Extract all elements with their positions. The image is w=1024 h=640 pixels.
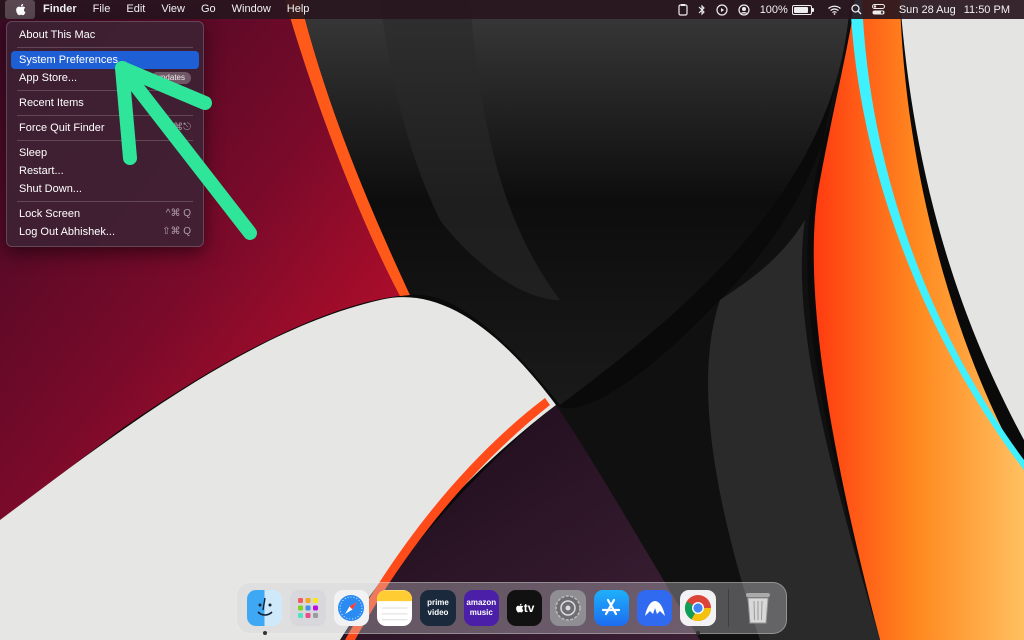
notes-icon bbox=[376, 590, 413, 621]
menu-window[interactable]: Window bbox=[224, 0, 279, 19]
apple-logo-icon bbox=[15, 3, 25, 16]
recent-items-item[interactable]: Recent Items bbox=[11, 94, 199, 112]
dock-launchpad[interactable] bbox=[290, 590, 326, 626]
dock: prime video amazon music tv bbox=[236, 582, 787, 635]
menu-go[interactable]: Go bbox=[193, 0, 224, 19]
system-preferences-item[interactable]: System Preferences... bbox=[11, 51, 199, 69]
force-quit-shortcut: ⌥⌘⎋ bbox=[161, 122, 191, 133]
apple-menu-button[interactable] bbox=[5, 0, 35, 19]
finder-icon bbox=[257, 597, 273, 616]
menu-separator bbox=[17, 90, 193, 91]
dock-trash[interactable] bbox=[741, 590, 776, 626]
dock-safari[interactable] bbox=[333, 590, 369, 626]
dock-prime-video[interactable]: prime video bbox=[420, 590, 456, 626]
app-store-item[interactable]: App Store... updates bbox=[11, 69, 199, 87]
sleep-item[interactable]: Sleep bbox=[11, 144, 199, 162]
amazon-music-icon: amazon music bbox=[466, 598, 497, 617]
log-out-shortcut: ⇧⌘ Q bbox=[162, 226, 191, 237]
apple-tv-label: tv bbox=[523, 601, 535, 615]
menu-bar-time[interactable]: 11:50 PM bbox=[964, 4, 1010, 16]
apple-menu-dropdown: About This Mac System Preferences... App… bbox=[6, 21, 204, 247]
dock-app-store[interactable] bbox=[593, 590, 629, 626]
bluetooth-icon[interactable] bbox=[698, 4, 706, 16]
pasteboard-icon[interactable] bbox=[678, 3, 688, 16]
prime-video-icon: prime video bbox=[427, 598, 449, 617]
shut-down-item[interactable]: Shut Down... bbox=[11, 180, 199, 198]
lock-screen-label: Lock Screen bbox=[19, 208, 81, 220]
dock-finder[interactable] bbox=[247, 590, 283, 635]
search-icon[interactable] bbox=[851, 4, 862, 15]
apple-tv-icon bbox=[515, 603, 524, 613]
dock-chrome[interactable] bbox=[680, 590, 716, 635]
sleep-label: Sleep bbox=[19, 147, 48, 159]
menu-finder[interactable]: Finder bbox=[35, 0, 85, 19]
updates-badge: updates bbox=[150, 72, 191, 84]
chrome-icon bbox=[684, 595, 711, 622]
trash-icon bbox=[746, 593, 771, 624]
about-this-mac-label: About This Mac bbox=[19, 29, 96, 41]
menu-file[interactable]: File bbox=[85, 0, 119, 19]
log-out-item[interactable]: Log Out Abhishek... ⇧⌘ Q bbox=[11, 223, 199, 241]
launchpad-icon bbox=[297, 598, 318, 618]
restart-label: Restart... bbox=[19, 165, 64, 177]
safari-icon bbox=[338, 595, 365, 621]
dock-separator bbox=[727, 589, 729, 627]
battery-level bbox=[793, 6, 808, 13]
menu-separator bbox=[17, 115, 193, 116]
force-quit-item[interactable]: Force Quit Finder ⌥⌘⎋ bbox=[11, 119, 199, 137]
app-store-icon bbox=[602, 598, 621, 616]
dock-nordvpn[interactable] bbox=[636, 590, 673, 626]
running-indicator bbox=[263, 631, 267, 635]
force-quit-label: Force Quit Finder bbox=[19, 122, 105, 134]
menu-separator bbox=[17, 201, 193, 202]
control-center-icon[interactable] bbox=[871, 4, 885, 15]
menu-help[interactable]: Help bbox=[279, 0, 318, 19]
dock-system-preferences[interactable] bbox=[550, 590, 586, 626]
app-store-label: App Store... bbox=[19, 72, 78, 84]
about-this-mac-item[interactable]: About This Mac bbox=[11, 26, 199, 44]
menu-separator bbox=[17, 140, 193, 141]
nordvpn-icon bbox=[644, 601, 665, 616]
recent-items-label: Recent Items bbox=[19, 97, 84, 109]
lock-screen-item[interactable]: Lock Screen ^⌘ Q bbox=[11, 205, 199, 223]
battery-percent: 100% bbox=[759, 3, 788, 16]
wifi-icon[interactable] bbox=[827, 5, 841, 15]
log-out-label: Log Out Abhishek... bbox=[19, 226, 116, 238]
lock-screen-shortcut: ^⌘ Q bbox=[165, 208, 191, 219]
menu-separator bbox=[17, 47, 193, 48]
menu-view[interactable]: View bbox=[153, 0, 193, 19]
dock-apple-tv[interactable]: tv bbox=[506, 590, 543, 626]
user-circle-icon[interactable] bbox=[738, 3, 750, 16]
battery-icon bbox=[791, 4, 814, 15]
system-preferences-label: System Preferences... bbox=[19, 54, 128, 66]
menu-edit[interactable]: Edit bbox=[118, 0, 153, 19]
restart-item[interactable]: Restart... bbox=[11, 162, 199, 180]
menu-bar: Finder File Edit View Go Window Help 100… bbox=[0, 0, 1024, 19]
dock-amazon-music[interactable]: amazon music bbox=[463, 590, 499, 626]
system-preferences-icon bbox=[555, 595, 581, 621]
battery-status[interactable]: 100% bbox=[759, 3, 814, 16]
shut-down-label: Shut Down... bbox=[19, 183, 82, 195]
menu-bar-date[interactable]: Sun 28 Aug bbox=[899, 4, 956, 16]
dock-notes[interactable] bbox=[376, 590, 413, 626]
play-circle-icon[interactable] bbox=[716, 3, 728, 16]
